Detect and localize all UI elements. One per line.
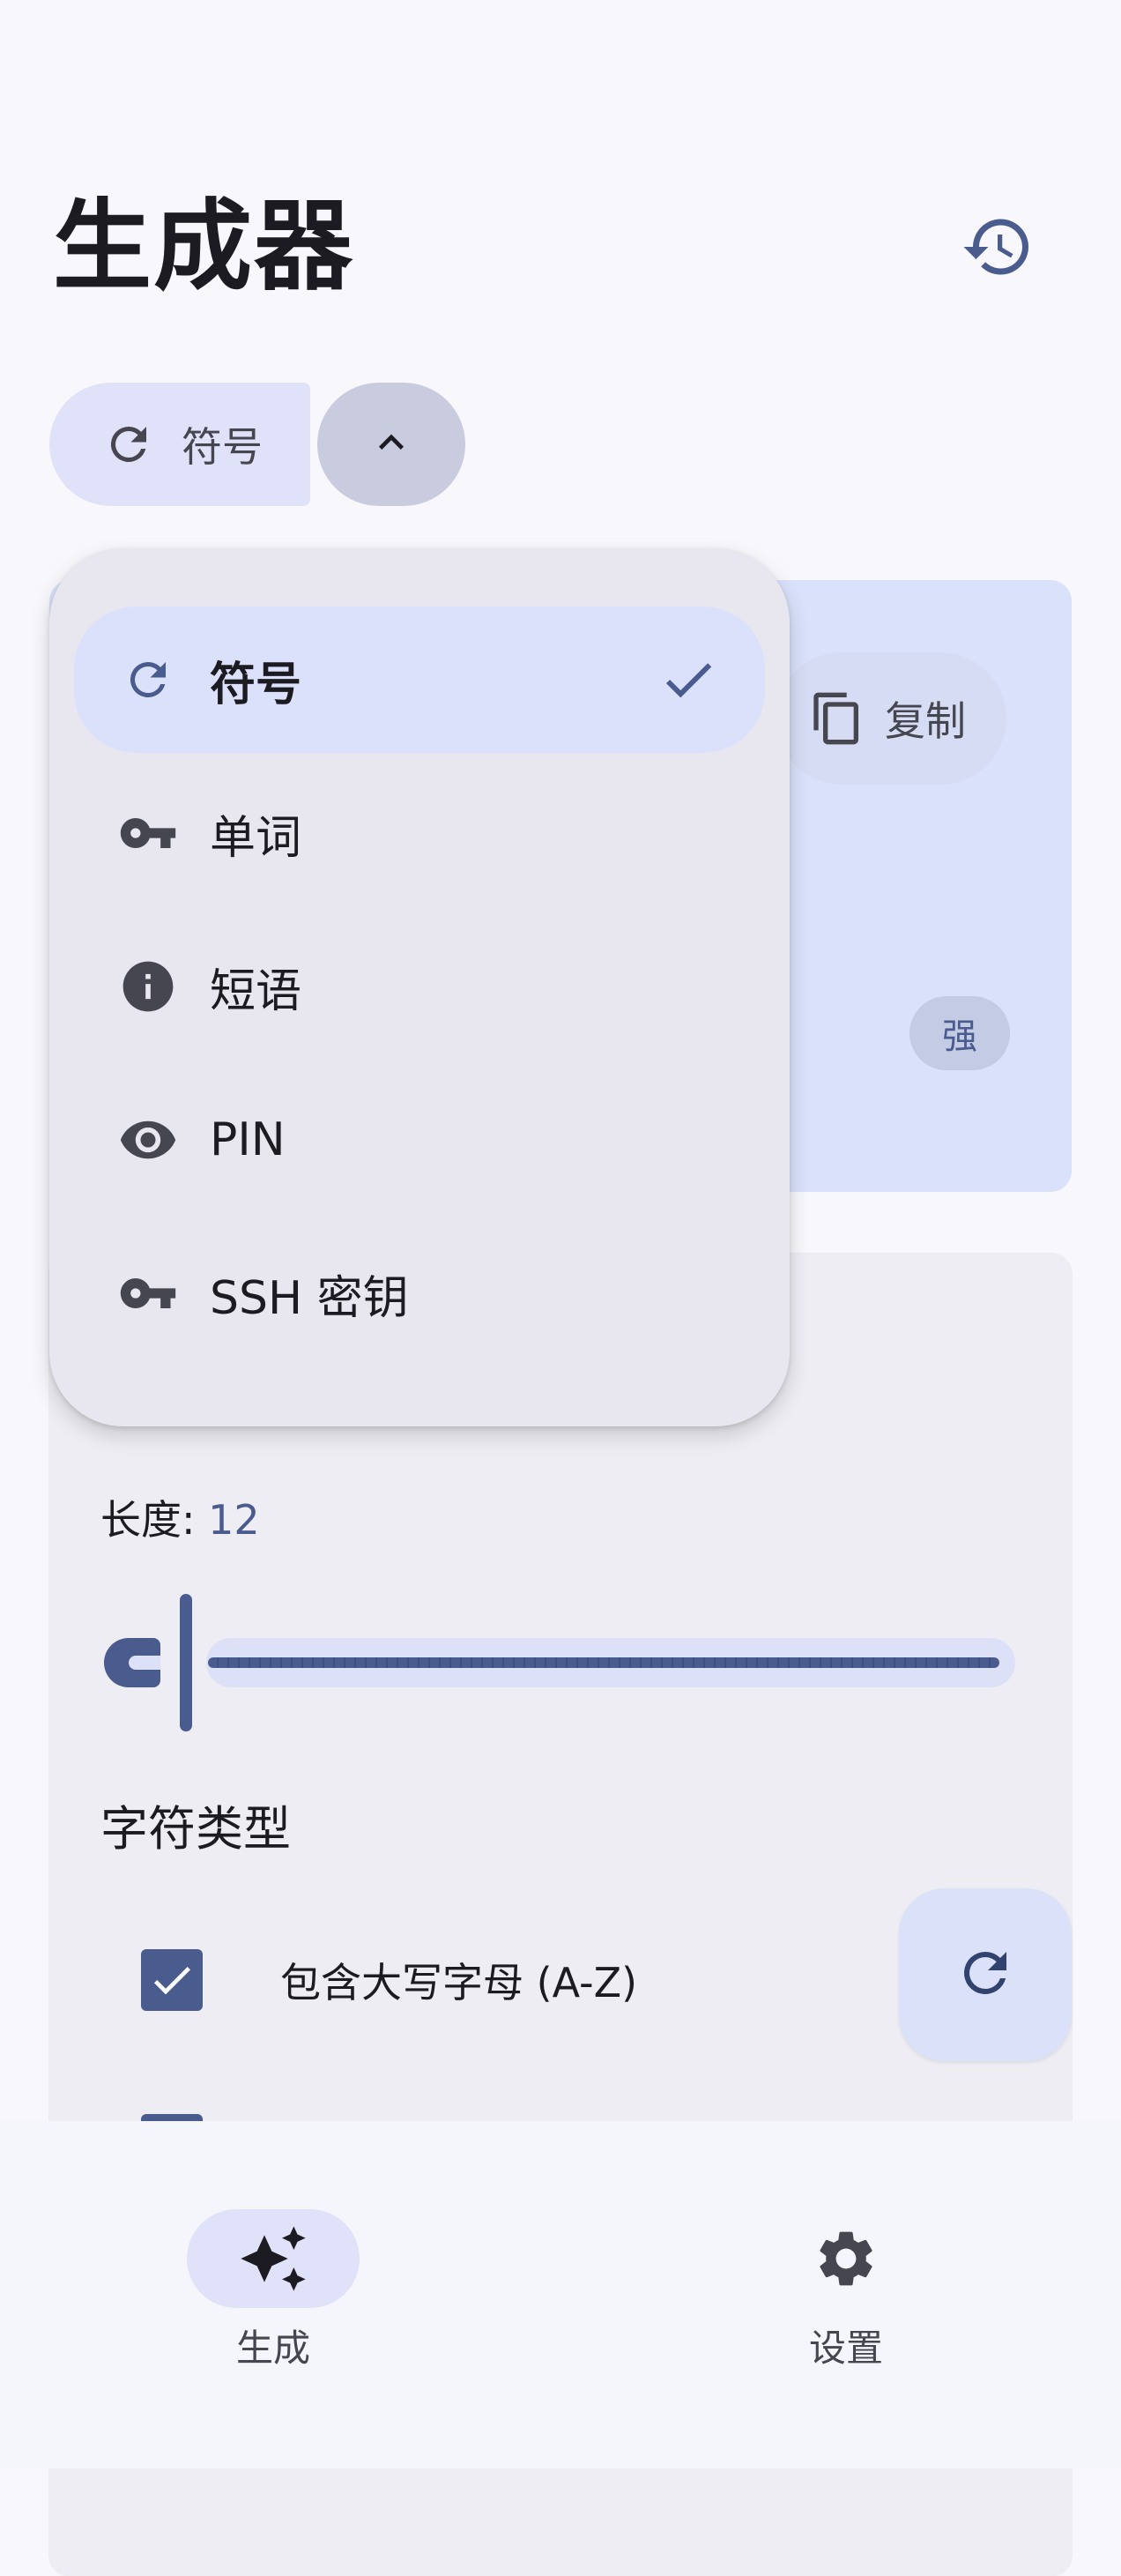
sparkle-icon: [241, 2226, 306, 2291]
regenerate-fab[interactable]: [899, 1888, 1072, 2061]
length-label: 长度: 12: [100, 1488, 260, 1546]
chevron-up-icon: [367, 418, 416, 471]
type-selector-dropdown-toggle[interactable]: [317, 383, 465, 506]
length-slider-ticks: [208, 1657, 999, 1668]
refresh-icon: [102, 418, 155, 471]
uppercase-label: 包含大写字母 (A-Z): [280, 1959, 638, 2006]
page-title: 生成器: [53, 190, 354, 304]
nav-indicator: [187, 2209, 360, 2308]
length-value: 12: [208, 1496, 260, 1544]
refresh-icon: [954, 1941, 1017, 2008]
type-selector-label: 符号: [182, 423, 263, 471]
menu-item-phrase[interactable]: 短语: [74, 913, 765, 1060]
nav-label-settings: 设置: [808, 2327, 883, 2370]
length-label-text: 长度:: [100, 1496, 209, 1544]
type-dropdown-menu: 符号 单词 短语 PIN SSH 密钥: [49, 548, 790, 1426]
uppercase-option-row[interactable]: 包含大写字母 (A-Z): [141, 1936, 637, 2024]
menu-item-label: SSH 密钥: [210, 1271, 409, 1325]
copy-label: 复制: [885, 697, 966, 745]
menu-item-label: 单词: [210, 811, 302, 865]
menu-item-label: 符号: [210, 658, 302, 711]
menu-item-label: 短语: [210, 964, 302, 1018]
menu-item-words[interactable]: 单词: [74, 760, 765, 906]
charset-title: 字符类型: [100, 1801, 291, 1857]
length-slider-thumb[interactable]: [180, 1594, 192, 1731]
nav-item-generate[interactable]: 生成: [187, 2209, 360, 2372]
check-icon: [665, 663, 712, 698]
copy-icon: [809, 690, 865, 747]
uppercase-checkbox[interactable]: [141, 1949, 203, 2011]
menu-item-symbols[interactable]: 符号: [74, 607, 765, 753]
menu-item-label: PIN: [210, 1113, 286, 1166]
refresh-icon: [118, 650, 178, 710]
length-slider-active-inner: [129, 1656, 160, 1670]
check-icon: [153, 1967, 190, 1995]
info-icon: [118, 957, 178, 1016]
menu-item-ssh-key[interactable]: SSH 密钥: [74, 1220, 765, 1366]
menu-item-pin[interactable]: PIN: [74, 1067, 765, 1213]
history-button[interactable]: [952, 203, 1043, 294]
bottom-navigation: [0, 2121, 1121, 2468]
nav-item-settings[interactable]: 设置: [760, 2209, 932, 2372]
eye-icon: [118, 1110, 178, 1170]
key-icon: [118, 1263, 178, 1323]
gear-icon: [820, 2231, 872, 2286]
type-selector-button[interactable]: 符号: [49, 383, 310, 506]
nav-icon-holder: [760, 2209, 932, 2308]
copy-button[interactable]: 复制: [776, 652, 1006, 785]
strength-badge: 强: [909, 996, 1010, 1070]
nav-label-generate: 生成: [235, 2327, 310, 2370]
history-icon: [961, 210, 1035, 287]
key-icon: [118, 803, 178, 863]
